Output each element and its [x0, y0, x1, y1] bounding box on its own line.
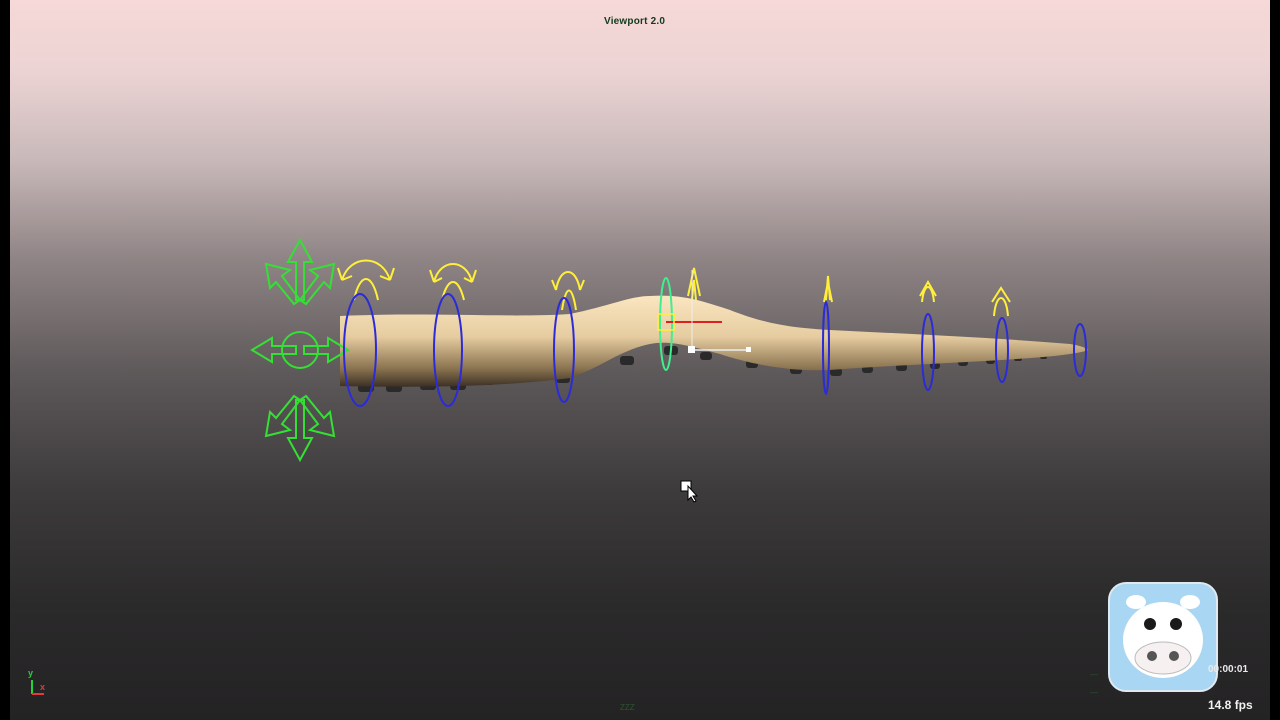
- scene-canvas[interactable]: [10, 0, 1270, 720]
- maya-viewport[interactable]: Viewport 2.0 y x — — ZZZ 00:00:01 14.8 f…: [10, 0, 1270, 720]
- mouse-pointer-icon: [680, 480, 699, 503]
- hud-faint-text: — —: [1090, 670, 1098, 697]
- hud-status-text: ZZZ: [620, 703, 635, 712]
- fps-readout: 14.8 fps: [1208, 698, 1253, 712]
- master-control-arrows[interactable]: [250, 237, 350, 463]
- cow-logo-icon: [1108, 582, 1218, 692]
- axis-gizmo-icon: [31, 680, 44, 695]
- frame-counter: 00:00:01: [1208, 664, 1249, 675]
- tentacle-mesh[interactable]: [340, 295, 1088, 387]
